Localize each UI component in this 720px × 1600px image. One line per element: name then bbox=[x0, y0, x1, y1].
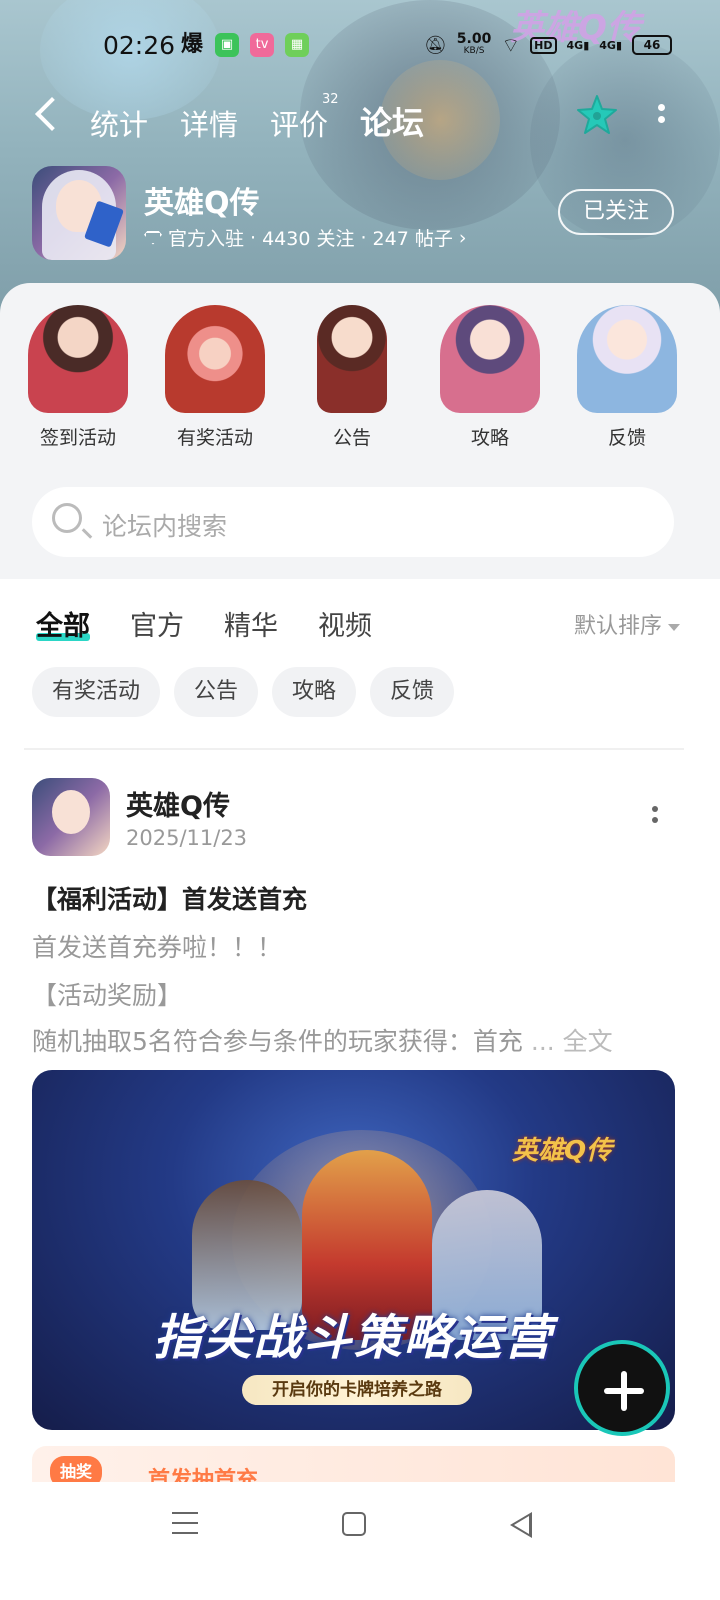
chip-feedback[interactable]: 反馈 bbox=[370, 667, 455, 717]
system-nav-bar bbox=[0, 1482, 720, 1600]
search-icon bbox=[52, 503, 82, 533]
reward-character-icon bbox=[165, 305, 265, 413]
back-triangle-icon[interactable] bbox=[510, 1512, 532, 1538]
banner-logo: 英雄Q传 bbox=[512, 1136, 613, 1166]
category-announcement[interactable]: 公告 bbox=[292, 305, 412, 450]
signin-character-icon bbox=[28, 305, 128, 413]
home-icon[interactable] bbox=[342, 1512, 366, 1536]
tab-reviews[interactable]: 评价 bbox=[270, 102, 328, 144]
chevron-right-icon: › bbox=[458, 226, 467, 249]
tab-stats[interactable]: 统计 bbox=[90, 102, 148, 144]
guide-character-icon bbox=[440, 305, 540, 413]
divider bbox=[24, 748, 684, 750]
post-text-line-1: 首发送首充券啦！！！ bbox=[32, 933, 283, 962]
feedback-character-icon bbox=[577, 305, 677, 413]
post-text-line-2: 【活动奖励】 bbox=[32, 981, 183, 1010]
back-arrow-icon[interactable] bbox=[35, 97, 69, 131]
wifi-icon: ︎⌔ bbox=[501, 32, 521, 57]
post-title[interactable]: 【福利活动】首发送首充 bbox=[32, 880, 307, 916]
tab-forum[interactable]: 论坛 bbox=[360, 98, 424, 144]
read-full-link[interactable]: 全文 bbox=[555, 1027, 613, 1056]
category-feedback[interactable]: 反馈 bbox=[567, 305, 687, 450]
category-guide[interactable]: 攻略 bbox=[430, 305, 550, 450]
announcement-character-icon bbox=[317, 305, 387, 413]
app-store-icon: ▦ bbox=[285, 33, 309, 57]
chip-guide[interactable]: 攻略 bbox=[272, 667, 357, 717]
post-text-line-3: 随机抽取5名符合参与条件的玩家获得：首充 ... 全文 bbox=[32, 1027, 613, 1056]
tab-details[interactable]: 详情 bbox=[180, 102, 238, 144]
status-right-group: 🔕︎ 5.00 KB/S ︎⌔ HD 4G▮ 4G▮ 46 bbox=[423, 31, 672, 58]
create-post-plus-icon[interactable] bbox=[574, 1340, 670, 1436]
mute-icon: 🔕︎ bbox=[423, 34, 447, 56]
game-meta[interactable]: 官方入驻 · 4430 关注 · 247 帖子 › bbox=[144, 224, 466, 251]
search-placeholder: 论坛内搜索 bbox=[102, 512, 228, 541]
message-app-icon: ▣ bbox=[215, 33, 239, 57]
top-nav: 统计 详情 评价 32 论坛 bbox=[0, 92, 720, 148]
tag-chips: 有奖活动 公告 攻略 反馈 bbox=[32, 667, 455, 717]
review-count-badge: 32 bbox=[322, 92, 339, 107]
forum-search-input[interactable]: 论坛内搜索 bbox=[32, 487, 674, 557]
post-author-avatar[interactable] bbox=[32, 778, 110, 856]
signal-icon-2: 4G▮ bbox=[599, 38, 622, 52]
chip-reward[interactable]: 有奖活动 bbox=[32, 667, 161, 717]
banner-subtitle: 开启你的卡牌培养之路 bbox=[242, 1375, 472, 1405]
filter-tab-all[interactable]: 全部 bbox=[36, 604, 90, 643]
sort-dropdown[interactable]: 默认排序 bbox=[574, 608, 680, 640]
followers-count: 4430 关注 bbox=[262, 228, 355, 250]
post-more-icon[interactable] bbox=[652, 806, 660, 830]
net-speed: 5.00 KB/S bbox=[456, 31, 492, 56]
game-icon bbox=[32, 166, 126, 260]
follow-button[interactable]: 已关注 bbox=[558, 189, 674, 235]
forum-panel: 签到活动 有奖活动 公告 攻略 反馈 论坛内搜索 bbox=[0, 283, 720, 579]
bilibili-app-icon: tv bbox=[250, 33, 274, 57]
favorite-star-icon[interactable] bbox=[576, 94, 618, 136]
menu-icon[interactable] bbox=[172, 1512, 198, 1534]
status-time: 02:26 bbox=[103, 30, 176, 60]
explode-icon: 爆 bbox=[180, 32, 203, 57]
chip-announcement[interactable]: 公告 bbox=[174, 667, 259, 717]
post-author[interactable]: 英雄Q传 bbox=[126, 784, 230, 823]
more-options-icon[interactable] bbox=[658, 104, 666, 130]
status-bar: 02:26 爆 ▣ tv ▦ 🔕︎ 5.00 KB/S ︎⌔ HD 4G▮ 4G… bbox=[0, 28, 720, 62]
filter-tab-official[interactable]: 官方 bbox=[130, 604, 184, 643]
official-label: 官方入驻 bbox=[168, 228, 245, 250]
diamond-icon bbox=[144, 230, 162, 245]
banner-slogan: 指尖战斗策略运营 bbox=[153, 1310, 554, 1366]
game-name: 英雄Q传 bbox=[144, 186, 260, 221]
filter-tabs: 全部 官方 精华 视频 默认排序 bbox=[0, 604, 720, 644]
filter-tab-featured[interactable]: 精华 bbox=[224, 604, 278, 643]
signal-icon-1: 4G▮ bbox=[566, 38, 590, 52]
category-signin[interactable]: 签到活动 bbox=[18, 305, 138, 450]
post-date: 2025/11/23 bbox=[126, 826, 248, 850]
posts-count: 247 帖子 bbox=[372, 228, 453, 250]
hd-icon: HD bbox=[530, 36, 557, 54]
battery-icon: 46 bbox=[632, 35, 672, 55]
filter-tab-video[interactable]: 视频 bbox=[318, 604, 372, 643]
category-reward[interactable]: 有奖活动 bbox=[155, 305, 275, 450]
